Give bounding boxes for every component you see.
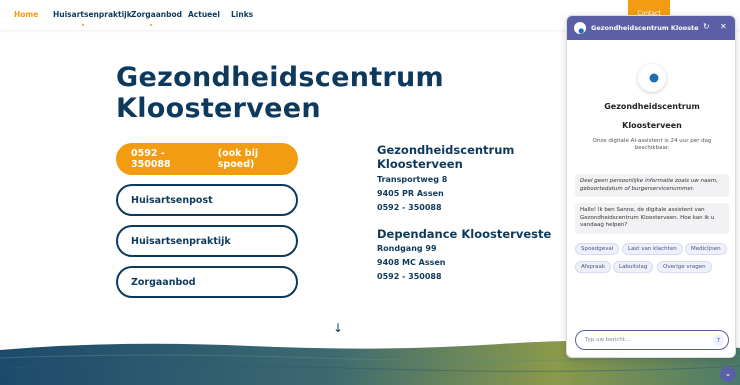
- chat-widget: Gezondheidscentrum Klooste... ↻ ✕ Gezond…: [566, 15, 736, 358]
- chat-name-line2: Kloosterveen: [622, 121, 682, 130]
- chip-medicijnen[interactable]: Medicijnen: [685, 243, 727, 255]
- chat-header: Gezondheidscentrum Klooste... ↻ ✕: [567, 16, 735, 40]
- assistant-greeting: Hallo! Ik ben Sanne, de digitale assiste…: [575, 203, 729, 234]
- chip-afspraak[interactable]: Afspraak: [575, 261, 612, 273]
- title-line-2: Kloosterveen: [116, 93, 321, 124]
- chat-logo-icon: [574, 22, 586, 36]
- address2-name: Dependance Kloosterveste: [377, 227, 552, 241]
- zorgaanbod-label: Zorgaanbod: [131, 276, 196, 288]
- chat-name-line1: Gezondheidscentrum: [604, 102, 700, 111]
- huisartsenpost-label: Huisartsenpost: [131, 194, 213, 206]
- chevron-down-icon[interactable]: ⌄: [720, 366, 736, 382]
- nav-dot: [150, 24, 152, 26]
- nav-dot: [82, 24, 84, 26]
- chat-input-placeholder: Typ uw bericht...: [585, 337, 631, 343]
- page-title: Gezondheidscentrum Kloosterveen: [116, 62, 444, 124]
- address1-city: 9405 PR Assen: [377, 189, 444, 198]
- address1-street: Transportweg 8: [377, 175, 448, 184]
- chip-labuitslag[interactable]: Labuitslag: [613, 261, 654, 273]
- address1-name: Gezondheidscentrum Kloosterveen: [377, 143, 514, 171]
- refresh-icon[interactable]: ↻: [703, 22, 710, 31]
- chip-overige-vragen[interactable]: Overige vragen: [657, 261, 712, 273]
- chat-avatar-icon: [638, 64, 666, 92]
- chip-last-van-klachten[interactable]: Last van klachten: [622, 243, 683, 255]
- zorgaanbod-button[interactable]: Zorgaanbod: [116, 266, 298, 298]
- phone-button[interactable]: 0592 - 350088 (ook bij spoed): [116, 143, 298, 175]
- chat-subtitle: Onze digitale AI-assistent is 24 uur per…: [592, 138, 712, 151]
- phone-note: (ook bij spoed): [217, 148, 259, 170]
- nav-huisartsenpraktijk[interactable]: Huisartsenpraktijk: [53, 10, 132, 19]
- address1-name-line2: Kloosterveen: [377, 157, 463, 171]
- close-icon[interactable]: ✕: [720, 22, 727, 31]
- scroll-down-icon[interactable]: ↓: [333, 321, 343, 335]
- address2-city: 9408 MC Assen: [377, 258, 446, 267]
- send-icon[interactable]: ↑: [713, 335, 724, 346]
- address1-phone[interactable]: 0592 - 350088: [377, 203, 442, 212]
- address2-phone[interactable]: 0592 - 350088: [377, 272, 442, 281]
- huisartsenpraktijk-label: Huisartsenpraktijk: [131, 235, 231, 247]
- privacy-notice: Deel geen persoonlijke informatie zoals …: [575, 174, 729, 197]
- chat-message-input[interactable]: Typ uw bericht... ↑: [575, 330, 729, 350]
- address2-street: Rondgang 99: [377, 244, 437, 253]
- nav-actueel[interactable]: Actueel: [188, 10, 220, 19]
- title-line-1: Gezondheidscentrum: [116, 62, 444, 93]
- nav-links[interactable]: Links: [231, 10, 253, 19]
- chat-header-title: Gezondheidscentrum Klooste...: [591, 24, 699, 32]
- nav-zorgaanbod[interactable]: Zorgaanbod: [131, 10, 182, 19]
- address1-name-line1: Gezondheidscentrum: [377, 143, 515, 157]
- nav-home[interactable]: Home: [14, 10, 38, 19]
- huisartsenpost-button[interactable]: Huisartsenpost: [116, 184, 298, 216]
- phone-number: 0592 - 350088: [131, 148, 171, 170]
- chip-spoedgeval[interactable]: Spoedgeval: [575, 243, 620, 255]
- huisartsenpraktijk-button[interactable]: Huisartsenpraktijk: [116, 225, 298, 257]
